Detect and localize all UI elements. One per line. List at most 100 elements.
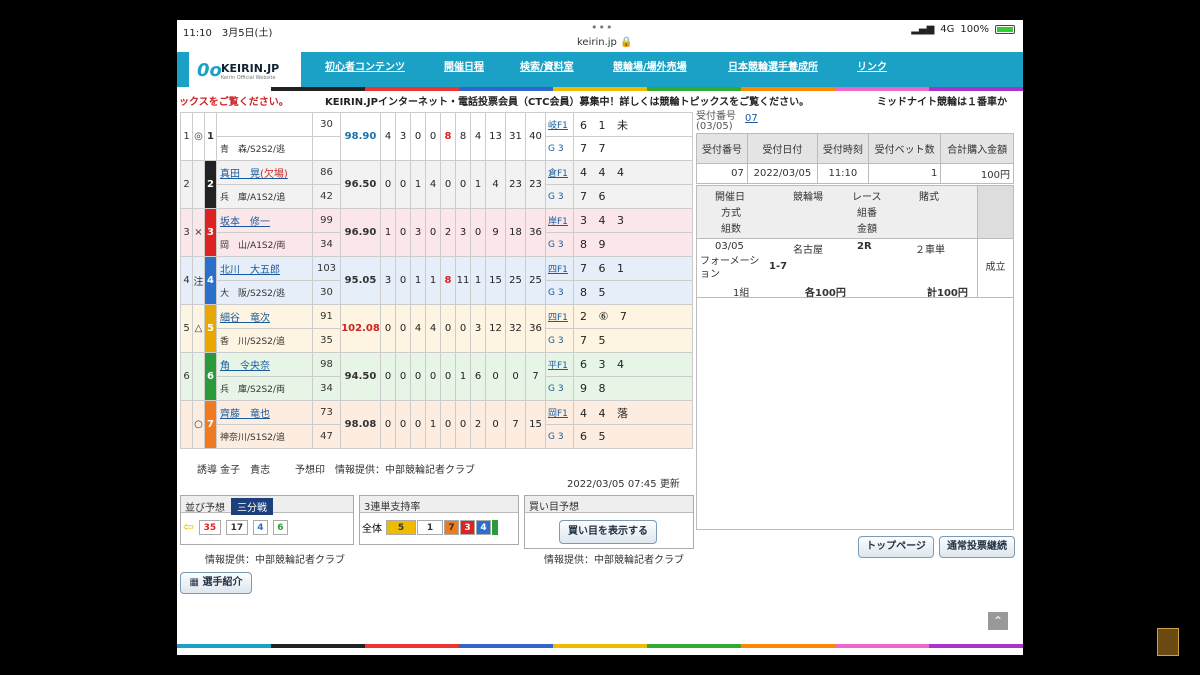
race-row: ○ 7 齊藤 竜也 73 98.08 0 0 0 1 0 0 2 0 7 15 岡F1 4 4 落 — [180, 400, 693, 449]
rider-info: 香 川/S2S2/追 — [216, 328, 313, 353]
record-value: 0 — [425, 352, 441, 401]
rider-stat: 42 — [312, 184, 341, 209]
record-value: 4 — [425, 304, 441, 353]
network-label: 4G — [940, 24, 955, 35]
record-value: 0 — [485, 400, 506, 449]
recent-venue-link[interactable]: 岸F1 — [545, 208, 574, 233]
record-value: 25 — [525, 256, 546, 305]
race-row: 66角 令央奈 98 94.50 0 0 0 0 0 1 6 0 0 7 平F1 6 3 4 — [180, 352, 693, 401]
recent-result: 7 6 1 — [573, 256, 693, 281]
record-value: 0 — [380, 304, 396, 353]
race-row: 3 × 3 坂本 修一 99 96.90 1 0 3 0 2 3 0 9 18 36 岸F1 3 4 3 — [180, 208, 693, 257]
recent-grade: G 3 — [545, 424, 574, 449]
record-value: 15 — [525, 400, 546, 449]
rider-stat: 30 — [312, 112, 341, 137]
record-value: 31 — [505, 112, 526, 161]
record-value: 0 — [455, 304, 471, 353]
rider-stat: 103 — [312, 256, 341, 281]
rider-name[interactable]: 北川 大五郎 — [216, 256, 313, 281]
battery-percent: 100% — [960, 24, 989, 35]
record-value: 6 — [470, 352, 486, 401]
nav-links[interactable]: リンク — [857, 58, 887, 73]
top-page-button[interactable]: トップページ — [858, 536, 934, 558]
rider-stat — [312, 136, 341, 161]
race-table: 1 ◎ 1 30 98.90 4 3 0 0 8 8 4 13 31 40 岐F1 6 1 未青 森/S2S2/… — [180, 112, 693, 449]
rider-stat: 35 — [312, 328, 341, 353]
forecast-mark — [192, 352, 205, 401]
record-value: 3 — [380, 256, 396, 305]
address-bar[interactable]: keirin.jp 🔒 — [577, 37, 633, 48]
recent-venue-link[interactable]: 倉F1 — [545, 160, 574, 185]
scroll-top-icon[interactable]: ⌃ — [988, 612, 1008, 630]
rider-name[interactable]: 坂本 修一 — [216, 208, 313, 233]
receipt-detail: 開催日 競輪場 レース 賭式 方式 組番 組数 金額 03/05 名古屋 2R … — [696, 185, 1014, 530]
rider-intro-button[interactable]: ▦ 選手紹介 — [180, 572, 252, 594]
record-value: 3 — [410, 208, 426, 257]
recent-result: 7 7 — [573, 136, 693, 161]
show-kaime-button[interactable]: 買い目を表示する — [559, 520, 657, 544]
record-value: 32 — [505, 304, 526, 353]
record-value: 0 — [395, 160, 411, 209]
recent-result: 4 4 4 — [573, 160, 693, 185]
recent-venue-link[interactable]: 岐F1 — [545, 112, 574, 137]
rider-name[interactable]: 齊藤 竜也 — [216, 400, 313, 425]
race-score: 98.90 — [340, 112, 381, 161]
recent-venue-link[interactable]: 岡F1 — [545, 400, 574, 425]
record-value: 9 — [485, 208, 506, 257]
car-number: 5 — [204, 304, 217, 353]
recent-grade: G 3 — [545, 232, 574, 257]
site-logo[interactable]: 0o KEIRIN.JP Keirin Official Website — [189, 52, 301, 90]
status-bar: 11:10 3月5日(土) ••• keirin.jp 🔒 ▂▄▆ 4G 100… — [177, 20, 1023, 52]
rider-name[interactable] — [216, 112, 313, 137]
news-ticker[interactable]: ックスをご覧ください。 KEIRIN.JPインターネット・電話投票会員（CTC会… — [177, 93, 1023, 109]
forecast-mark: × — [192, 208, 205, 257]
recent-venue-link[interactable]: 四F1 — [545, 304, 574, 329]
rider-list-icon: ▦ — [189, 577, 203, 588]
guide-rider: 誘導 金子 貴志 — [197, 465, 271, 476]
nav-beginner[interactable]: 初心者コンテンツ — [325, 58, 405, 73]
forecast-mark: 注 — [192, 256, 205, 305]
nav-school[interactable]: 日本競輪選手養成所 — [728, 58, 818, 73]
record-value: 0 — [455, 400, 471, 449]
rider-name[interactable]: 細谷 竜次 — [216, 304, 313, 329]
record-value: 1 — [410, 160, 426, 209]
record-value: 3 — [470, 304, 486, 353]
recent-result: 7 6 — [573, 184, 693, 209]
nav-schedule[interactable]: 開催日程 — [444, 58, 484, 73]
recent-result: 9 8 — [573, 376, 693, 401]
rider-name[interactable]: 角 令央奈 — [216, 352, 313, 377]
narabi-panel: 並び予想 三分戦 ⇦ 35 17 4 6 — [180, 495, 354, 545]
recent-grade: G 3 — [545, 328, 574, 353]
forecast-mark: △ — [192, 304, 205, 353]
record-value: 8 — [455, 112, 471, 161]
record-value: 0 — [505, 352, 526, 401]
nav-search[interactable]: 検索/資料室 — [520, 58, 574, 73]
recent-result: 8 5 — [573, 280, 693, 305]
arrow-left-icon: ⇦ — [183, 520, 194, 535]
recent-result: 6 3 4 — [573, 352, 693, 377]
bracket-number — [180, 400, 193, 449]
record-value: 4 — [380, 112, 396, 161]
car-number: 4 — [204, 256, 217, 305]
record-value: 0 — [380, 160, 396, 209]
rider-name[interactable]: 真田 晃(欠場) — [216, 160, 313, 185]
recent-result: 6 1 未 — [573, 112, 693, 137]
record-value: 1 — [425, 256, 441, 305]
record-value: 4 — [470, 112, 486, 161]
bracket-number: 3 — [180, 208, 193, 257]
record-value: 36 — [525, 208, 546, 257]
receipt-detail-header: 開催日 競輪場 レース 賭式 方式 組番 組数 金額 — [697, 186, 1013, 238]
receipt-top-number[interactable]: 07 — [745, 113, 758, 124]
recent-result: 2 ⑥ 7 — [573, 304, 693, 329]
recent-grade: G 3 — [545, 136, 574, 161]
record-value: 25 — [505, 256, 526, 305]
record-value: 0 — [410, 352, 426, 401]
tab-dots-icon[interactable]: ••• — [591, 21, 613, 34]
recent-result: 6 5 — [573, 424, 693, 449]
recent-venue-link[interactable]: 四F1 — [545, 256, 574, 281]
nav-venues[interactable]: 競輪場/場外売場 — [613, 58, 687, 73]
recent-venue-link[interactable]: 平F1 — [545, 352, 574, 377]
continue-vote-button[interactable]: 通常投票継続 — [939, 536, 1015, 558]
record-value: 2 — [470, 400, 486, 449]
recent-grade: G 3 — [545, 376, 574, 401]
